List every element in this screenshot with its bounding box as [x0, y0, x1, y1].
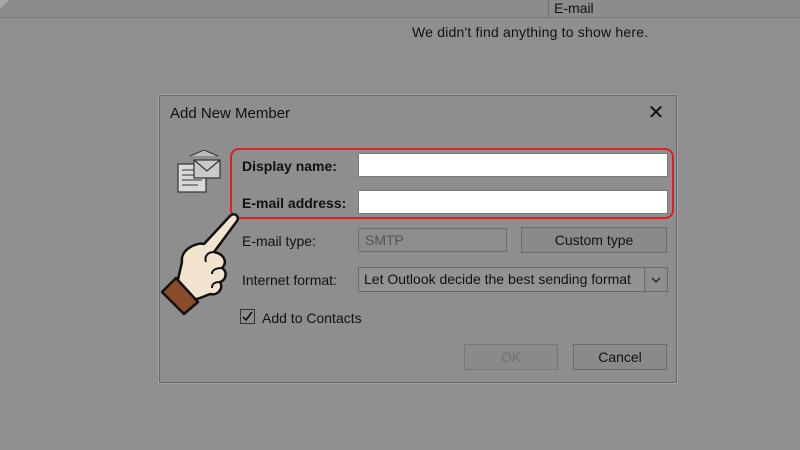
- email-type-label: E-mail type:: [242, 233, 316, 249]
- email-address-input[interactable]: [359, 191, 667, 213]
- column-header-email[interactable]: E-mail: [554, 0, 594, 17]
- sort-corner-icon: [0, 0, 9, 9]
- member-card-icon: [177, 150, 221, 193]
- internet-format-value: Let Outlook decide the best sending form…: [364, 271, 631, 287]
- close-icon[interactable]: ✕: [646, 103, 666, 123]
- internet-format-select[interactable]: Let Outlook decide the best sending form…: [358, 267, 668, 292]
- cancel-button[interactable]: Cancel: [573, 344, 667, 370]
- custom-type-button[interactable]: Custom type: [521, 227, 667, 253]
- email-type-field: SMTP: [358, 228, 507, 252]
- list-header: [0, 0, 800, 18]
- display-name-input[interactable]: [359, 154, 667, 176]
- internet-format-label: Internet format:: [242, 272, 337, 288]
- pointing-hand-icon: [160, 213, 239, 316]
- column-divider[interactable]: [548, 0, 549, 17]
- email-address-field[interactable]: [358, 190, 668, 214]
- email-address-label: E-mail address:: [242, 195, 347, 211]
- chevron-down-icon[interactable]: [644, 268, 667, 291]
- dialog-title: Add New Member: [170, 105, 291, 122]
- display-name-label: Display name:: [242, 158, 337, 174]
- add-to-contacts-label[interactable]: Add to Contacts: [262, 310, 362, 326]
- ok-button[interactable]: OK: [464, 344, 558, 370]
- display-name-field[interactable]: [358, 153, 668, 177]
- empty-list-message: We didn't find anything to show here.: [412, 24, 649, 40]
